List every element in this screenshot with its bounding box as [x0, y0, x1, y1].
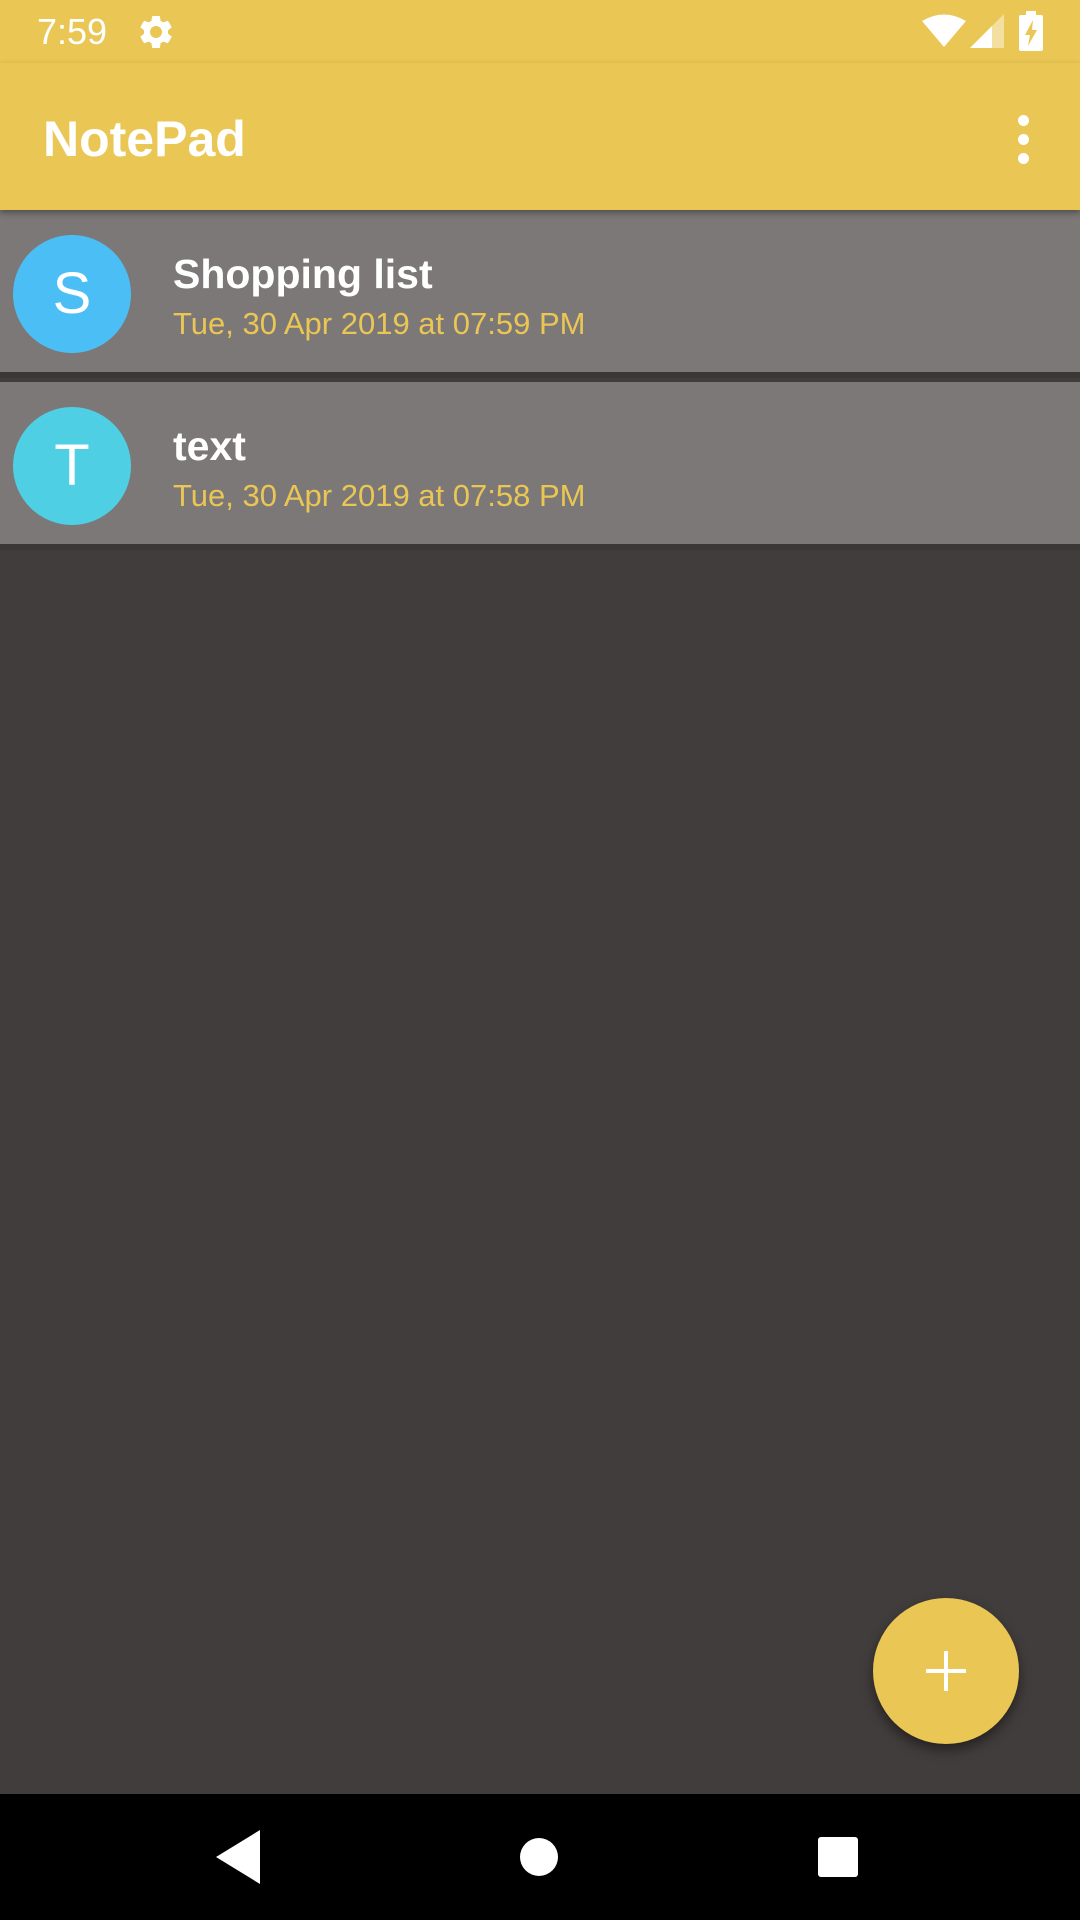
notes-list: S Shopping list Tue, 30 Apr 2019 at 07:5…: [0, 210, 1080, 554]
navigation-bar: [0, 1794, 1080, 1920]
app-toolbar: NotePad: [0, 63, 1080, 210]
more-vert-icon[interactable]: [998, 103, 1048, 175]
screen: 7:59 NotePad S Shopping list Tue, 30 Apr…: [0, 0, 1080, 1920]
app-title: NotePad: [43, 111, 246, 167]
wifi-icon: [922, 14, 966, 47]
menu-dot: [1017, 152, 1029, 164]
signal-icon: [970, 14, 1004, 48]
note-avatar: T: [13, 407, 131, 525]
note-title: Shopping list: [173, 251, 433, 297]
status-bar: 7:59: [0, 0, 1080, 63]
add-note-button[interactable]: [873, 1598, 1019, 1744]
note-title: text: [173, 423, 246, 469]
menu-dot: [1017, 114, 1029, 126]
plus-icon: [926, 1651, 966, 1691]
note-date: Tue, 30 Apr 2019 at 07:58 PM: [173, 478, 586, 513]
home-icon[interactable]: [520, 1838, 558, 1876]
note-item[interactable]: T text Tue, 30 Apr 2019 at 07:58 PM: [0, 382, 1080, 550]
menu-dot: [1017, 133, 1029, 145]
back-icon[interactable]: [216, 1830, 260, 1884]
note-avatar: S: [13, 235, 131, 353]
battery-charging-icon: [1019, 11, 1043, 51]
note-item[interactable]: S Shopping list Tue, 30 Apr 2019 at 07:5…: [0, 210, 1080, 378]
status-time: 7:59: [37, 11, 108, 52]
gear-icon: [140, 15, 172, 48]
note-date: Tue, 30 Apr 2019 at 07:59 PM: [173, 306, 586, 341]
recents-icon[interactable]: [818, 1837, 858, 1877]
